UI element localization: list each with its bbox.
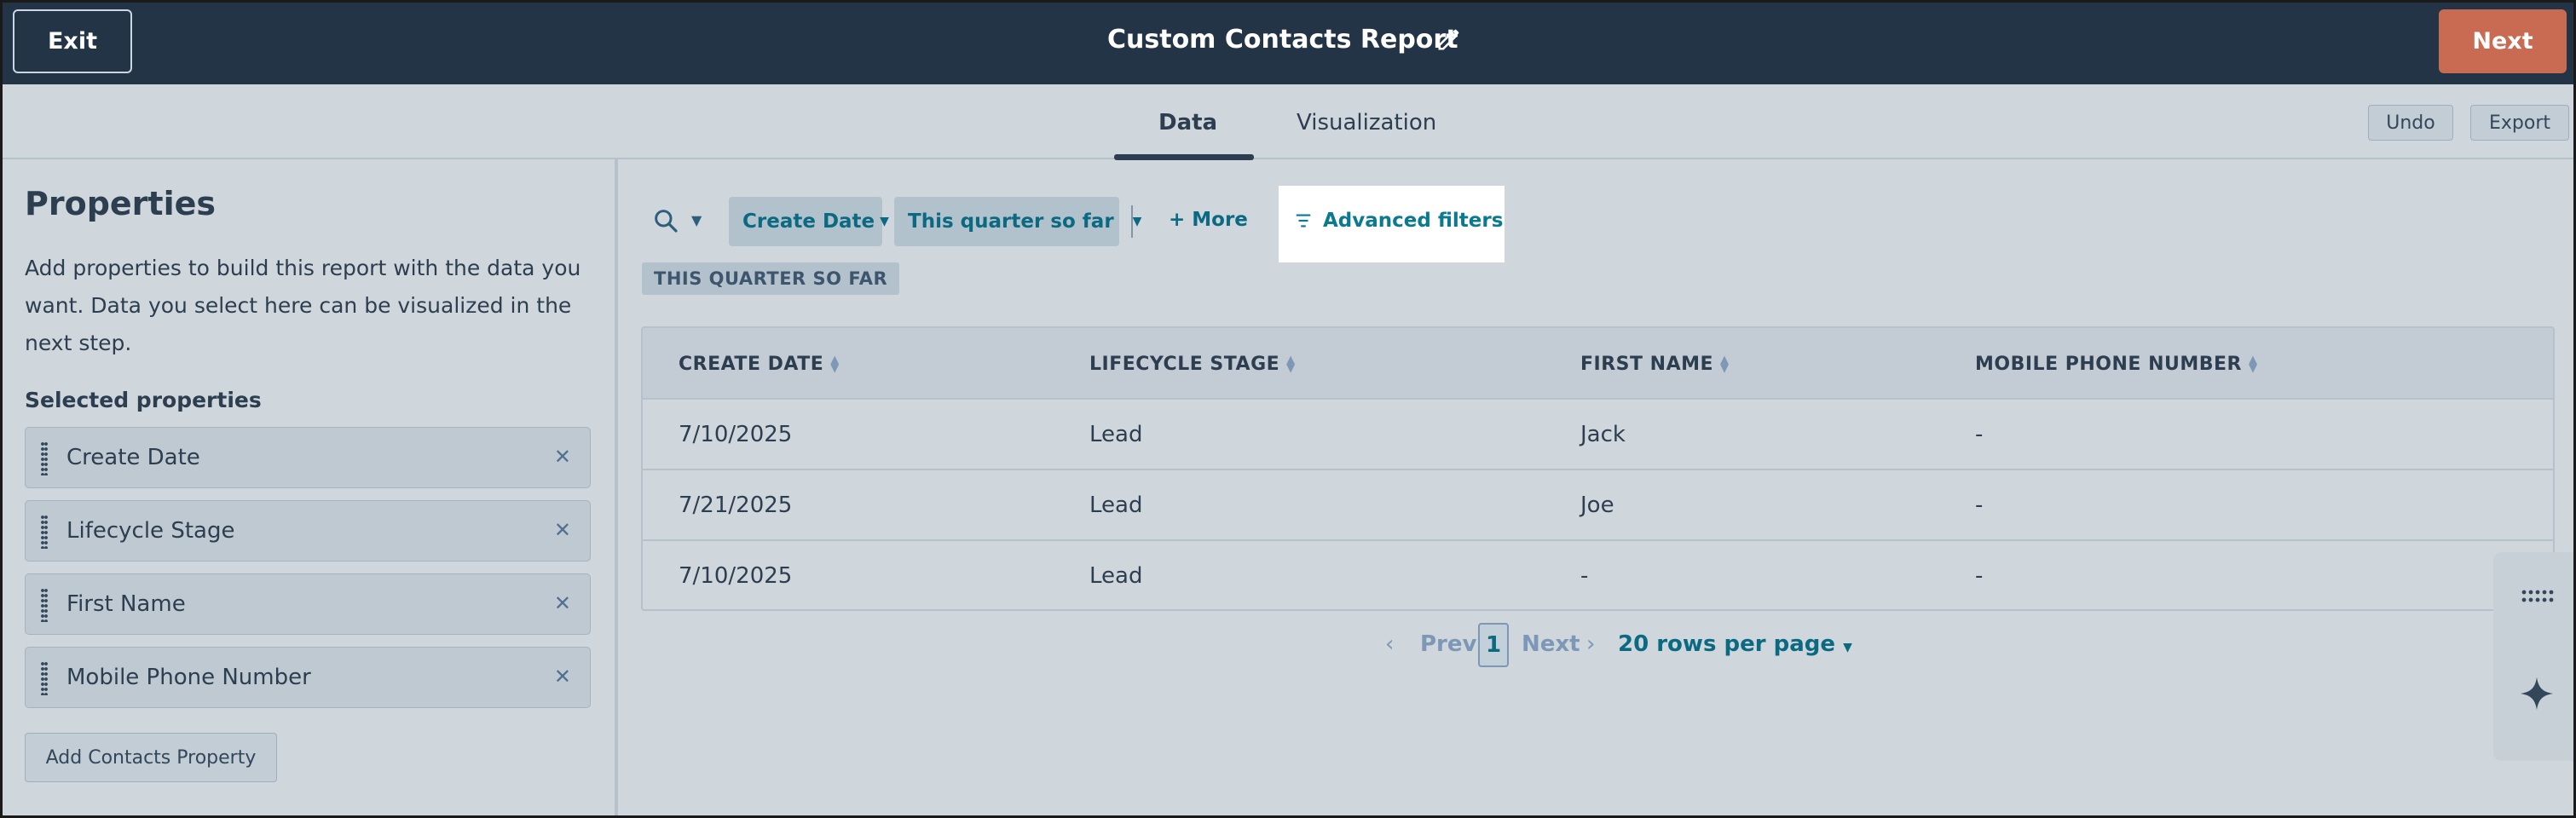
properties-title: Properties: [25, 185, 216, 222]
report-table: CREATE DATE ▲ ▼ LIFECYCLE STAGE ▲ ▼ FIRST NA…: [641, 326, 2555, 611]
property-item-mobile-phone-number[interactable]: Mobile Phone Number ✕: [25, 647, 591, 708]
filter-icon: [1296, 214, 1311, 228]
search-icon[interactable]: [652, 207, 679, 234]
tab-data[interactable]: Data: [1158, 110, 1217, 135]
column-header-mobile-phone[interactable]: MOBILE PHONE NUMBER ▲ ▼: [1975, 354, 2258, 375]
more-filters-button[interactable]: + More: [1169, 209, 1248, 231]
chevron-right-icon[interactable]: ›: [1586, 631, 1595, 657]
table-cell: 7/21/2025: [679, 493, 793, 518]
create-date-filter-label: Create Date: [742, 210, 875, 233]
sort-icon[interactable]: ▲ ▼: [2249, 354, 2258, 374]
remove-icon[interactable]: ✕: [554, 445, 571, 469]
tab-bar: Data Visualization Undo Export: [3, 84, 2573, 160]
table-cell: Joe: [1580, 493, 1614, 518]
table-cell: Jack: [1580, 422, 1626, 447]
column-header-label: LIFECYCLE STAGE: [1089, 354, 1280, 375]
date-range-filter[interactable]: This quarter so far ▼: [894, 197, 1141, 246]
chevron-down-icon: ▼: [880, 215, 889, 228]
exit-button[interactable]: Exit: [13, 9, 132, 73]
column-header-first-name[interactable]: FIRST NAME ▲ ▼: [1580, 354, 1730, 375]
add-contacts-property-button[interactable]: Add Contacts Property: [25, 733, 277, 782]
table-row: 7/10/2025 Lead Jack -: [643, 400, 2553, 470]
rows-per-page-dropdown[interactable]: 20 rows per page ▼: [1618, 631, 1852, 657]
properties-description: Add properties to build this report with…: [25, 256, 581, 355]
property-label: Lifecycle Stage: [66, 518, 235, 544]
export-button[interactable]: Export: [2470, 105, 2569, 141]
property-label: Create Date: [66, 445, 200, 470]
column-header-create-date[interactable]: CREATE DATE ▲ ▼: [679, 354, 840, 375]
table-cell: -: [1975, 563, 1984, 589]
remove-icon[interactable]: ✕: [554, 591, 571, 615]
properties-panel: Properties Add properties to build this …: [3, 159, 618, 815]
table-cell: -: [1580, 563, 1589, 589]
divider: [1131, 205, 1133, 238]
undo-button[interactable]: Undo: [2368, 105, 2453, 141]
active-filter-tag: THIS QUARTER SO FAR: [642, 262, 900, 295]
rows-per-page-label: 20 rows per page: [1618, 631, 1835, 657]
next-page-button[interactable]: Next: [1522, 631, 1580, 657]
advanced-filters-label: Advanced filters: [1323, 210, 1504, 232]
create-date-filter[interactable]: Create Date ▼: [729, 197, 889, 246]
sparkle-icon[interactable]: [2519, 676, 2555, 711]
table-header: CREATE DATE ▲ ▼ LIFECYCLE STAGE ▲ ▼ FIRST NA…: [643, 328, 2553, 400]
drag-handle-icon[interactable]: [41, 588, 48, 622]
next-button[interactable]: Next: [2439, 9, 2567, 73]
table-cell: 7/10/2025: [679, 563, 793, 589]
drag-handle-icon[interactable]: [41, 661, 48, 695]
date-range-filter-label: This quarter so far: [908, 210, 1114, 233]
table-cell: 7/10/2025: [679, 422, 793, 447]
column-header-label: CREATE DATE: [679, 354, 824, 375]
sort-icon[interactable]: ▲ ▼: [1286, 354, 1296, 374]
active-tab-indicator: [1114, 154, 1254, 160]
table-cell: Lead: [1089, 422, 1143, 447]
column-header-label: FIRST NAME: [1580, 354, 1714, 375]
top-bar: Exit Custom Contacts Report Next: [3, 3, 2573, 84]
drag-handle-icon[interactable]: [41, 515, 48, 549]
app-frame: Exit Custom Contacts Report Next Data Vi…: [0, 0, 2576, 818]
selected-properties-label: Selected properties: [25, 388, 262, 412]
advanced-filters-button[interactable]: Advanced filters: [1279, 186, 1505, 262]
chevron-left-icon[interactable]: ‹: [1385, 631, 1394, 657]
sort-icon[interactable]: ▲ ▼: [1720, 354, 1730, 374]
chevron-down-icon[interactable]: ▼: [691, 212, 702, 228]
property-label: Mobile Phone Number: [66, 665, 311, 690]
chevron-down-icon: ▼: [1132, 215, 1142, 228]
side-tools-panel: [2493, 552, 2573, 761]
dial-pad-icon[interactable]: [2521, 588, 2555, 605]
property-item-first-name[interactable]: First Name ✕: [25, 573, 591, 635]
property-label: First Name: [66, 591, 186, 617]
table-cell: Lead: [1089, 493, 1143, 518]
chevron-down-icon: ▼: [1843, 641, 1852, 654]
column-header-lifecycle-stage[interactable]: LIFECYCLE STAGE ▲ ▼: [1089, 354, 1296, 375]
sort-icon[interactable]: ▲ ▼: [830, 354, 840, 374]
property-item-lifecycle-stage[interactable]: Lifecycle Stage ✕: [25, 500, 591, 562]
prev-page-button[interactable]: Prev: [1420, 631, 1476, 657]
table-cell: -: [1975, 493, 1984, 518]
column-header-label: MOBILE PHONE NUMBER: [1975, 354, 2242, 375]
table-cell: -: [1975, 422, 1984, 447]
tab-visualization[interactable]: Visualization: [1297, 110, 1436, 135]
pencil-icon[interactable]: [1436, 26, 1462, 52]
current-page-button[interactable]: 1: [1478, 623, 1509, 667]
table-cell: Lead: [1089, 563, 1143, 589]
table-row: 7/21/2025 Lead Joe -: [643, 470, 2553, 541]
table-row: 7/10/2025 Lead - -: [643, 541, 2553, 612]
property-item-create-date[interactable]: Create Date ✕: [25, 427, 591, 488]
remove-icon[interactable]: ✕: [554, 518, 571, 542]
drag-handle-icon[interactable]: [41, 441, 48, 475]
remove-icon[interactable]: ✕: [554, 665, 571, 688]
report-title: Custom Contacts Report: [1107, 25, 1458, 55]
